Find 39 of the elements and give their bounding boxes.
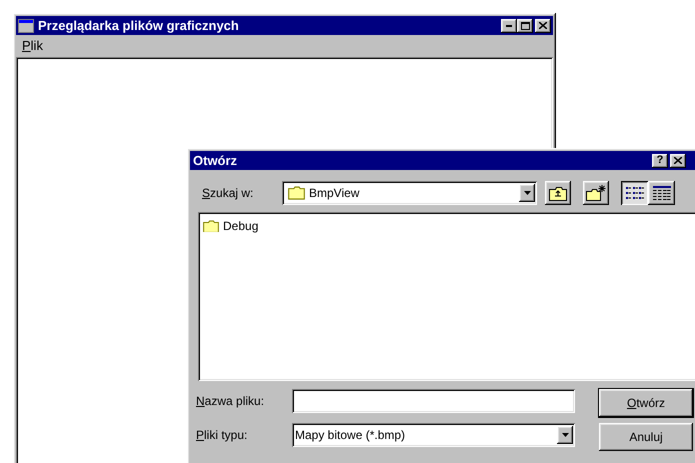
- folder-icon: [288, 186, 305, 200]
- dropdown-button[interactable]: [557, 426, 573, 444]
- help-icon: ?: [656, 155, 664, 166]
- toolbar-button[interactable]: [648, 181, 675, 205]
- maximize-button[interactable]: [517, 18, 533, 32]
- look-in-combobox[interactable]: BmpView: [282, 181, 537, 205]
- caret-icon: [562, 433, 568, 437]
- dropdown-button[interactable]: [519, 184, 535, 202]
- file-type-combobox[interactable]: Mapy bitowe (*.bmp): [292, 423, 575, 447]
- file-name-field[interactable]: [292, 389, 575, 413]
- file-type-value: Mapy bitowe (*.bmp): [295, 427, 406, 444]
- details-view-icon: [652, 186, 670, 200]
- caret-icon: [524, 191, 530, 195]
- close-button[interactable]: [535, 18, 551, 32]
- dialog-button[interactable]: Anuluj: [599, 423, 693, 451]
- file-name-label: Nazwa pliku:: [196, 393, 266, 410]
- look-in-value: BmpView: [309, 185, 360, 202]
- list-view-icon: [626, 186, 644, 200]
- folder-icon: [203, 220, 219, 232]
- up-folder-icon: [549, 186, 567, 200]
- toolbar-button[interactable]: [545, 181, 571, 205]
- close-icon: [674, 157, 682, 164]
- look-in-label: Szukaj w:: [202, 185, 254, 202]
- window-icon: [18, 18, 34, 32]
- new-folder-icon: [586, 185, 606, 201]
- dialog-title: Otwórz: [193, 152, 238, 170]
- file-list-item[interactable]: Debug: [203, 217, 695, 235]
- minimize-button[interactable]: [501, 18, 517, 32]
- file-type-label: Pliki typu:: [196, 427, 248, 444]
- minimize-icon: [506, 24, 512, 26]
- menu-item[interactable]: Plik: [22, 36, 43, 56]
- toolbar-button[interactable]: [621, 181, 648, 205]
- dialog-button[interactable]: Otwórz: [599, 389, 693, 417]
- close-button[interactable]: [670, 154, 686, 168]
- help-button[interactable]: ?: [652, 154, 668, 168]
- maximize-icon: [520, 22, 530, 30]
- window-title: Przeglądarka plików graficznych: [38, 16, 240, 35]
- toolbar-button[interactable]: [583, 181, 609, 205]
- close-icon: [539, 22, 547, 29]
